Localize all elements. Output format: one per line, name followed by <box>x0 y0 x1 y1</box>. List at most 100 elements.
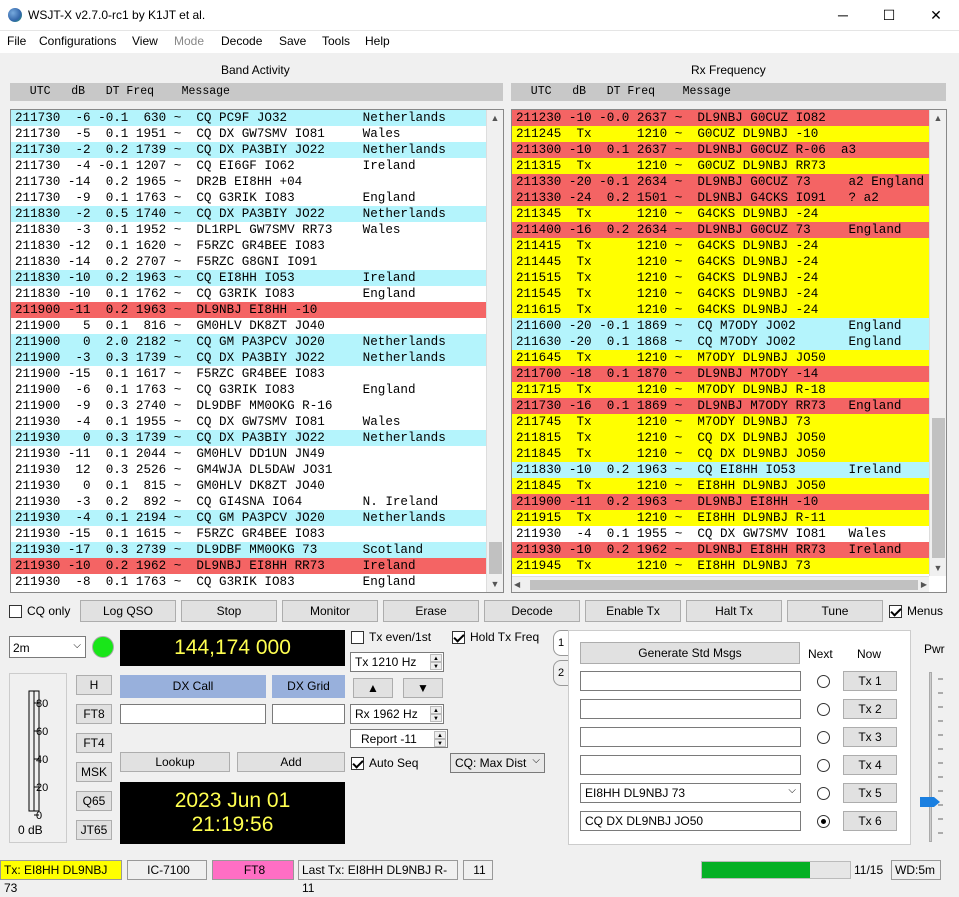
tx-freq-spinbox[interactable]: Tx 1210 Hz ▲ ▼ <box>350 652 444 672</box>
mode-ft4-button[interactable]: FT4 <box>76 733 112 753</box>
menu-tools[interactable]: Tools <box>322 34 350 48</box>
list-row[interactable]: 211600 -20 -0.1 1869 ~ CQ M7ODY JO02 Eng… <box>512 318 929 334</box>
menu-view[interactable]: View <box>132 34 158 48</box>
tx2-now-button[interactable]: Tx 2 <box>843 699 897 719</box>
decode-button[interactable]: Decode <box>484 600 580 622</box>
close-button[interactable]: ✕ <box>913 0 959 31</box>
spin-up-icon[interactable]: ▲ <box>430 706 442 714</box>
list-row[interactable]: 211730 -6 -0.1 630 ~ CQ PC9F JO32 Nether… <box>11 110 486 126</box>
list-row[interactable]: 211900 -11 0.2 1963 ~ DL9NBJ EI8HH -10 <box>512 494 929 510</box>
band-select[interactable]: 2m ⌵ <box>9 636 86 658</box>
mode-ft8-button[interactable]: FT8 <box>76 704 112 724</box>
maximize-button[interactable]: ☐ <box>866 0 912 31</box>
list-row[interactable]: 211445 Tx 1210 ~ G4CKS DL9NBJ -24 <box>512 254 929 270</box>
list-row[interactable]: 211900 -15 0.1 1617 ~ F5RZC GR4BEE IO83 <box>11 366 486 382</box>
tx6-message-field[interactable]: CQ DX DL9NBJ JO50 <box>580 811 801 831</box>
list-row[interactable]: 211415 Tx 1210 ~ G4CKS DL9NBJ -24 <box>512 238 929 254</box>
stop-button[interactable]: Stop <box>181 600 277 622</box>
list-row[interactable]: 211845 Tx 1210 ~ EI8HH DL9NBJ JO50 <box>512 478 929 494</box>
list-row[interactable]: 211230 -10 -0.0 2637 ~ DL9NBJ G0CUZ IO82 <box>512 110 929 126</box>
tx-even-check[interactable] <box>351 630 364 644</box>
tx1-message-field[interactable] <box>580 671 801 691</box>
scroll-right-icon[interactable]: ▶ <box>921 580 927 589</box>
list-row[interactable]: 211330 -20 -0.1 2634 ~ DL9NBJ G0CUZ 73 a… <box>512 174 929 190</box>
list-row[interactable]: 211515 Tx 1210 ~ G4CKS DL9NBJ -24 <box>512 270 929 286</box>
list-row[interactable]: 211730 -9 0.1 1763 ~ CQ G3RIK IO83 Engla… <box>11 190 486 206</box>
band-activity-scrollbar[interactable]: ▲ ▼ <box>486 110 503 592</box>
list-row[interactable]: 211915 Tx 1210 ~ EI8HH DL9NBJ R-11 <box>512 510 929 526</box>
list-row[interactable]: 211930 -10 0.2 1962 ~ DL9NBJ EI8HH RR73 … <box>512 542 929 558</box>
freq-down-button[interactable]: ▼ <box>403 678 443 698</box>
list-row[interactable]: 211730 -2 0.2 1739 ~ CQ DX PA3BIY JO22 N… <box>11 142 486 158</box>
tx3-now-button[interactable]: Tx 3 <box>843 727 897 747</box>
tx1-next-radio[interactable] <box>817 675 830 688</box>
list-row[interactable]: 211815 Tx 1210 ~ CQ DX DL9NBJ JO50 <box>512 430 929 446</box>
list-row[interactable]: 211900 -3 0.3 1739 ~ CQ DX PA3BIY JO22 N… <box>11 350 486 366</box>
list-row[interactable]: 211930 12 0.3 2526 ~ GM4WJA DL5DAW JO31 <box>11 462 486 478</box>
spin-down-icon[interactable]: ▼ <box>430 714 442 722</box>
menus-check[interactable] <box>889 604 902 618</box>
list-row[interactable]: 211700 -18 0.1 1870 ~ DL9NBJ M7ODY -14 <box>512 366 929 382</box>
tx3-message-field[interactable] <box>580 727 801 747</box>
list-row[interactable]: 211900 0 2.0 2182 ~ CQ GM PA3PCV JO20 Ne… <box>11 334 486 350</box>
list-row[interactable]: 211830 -10 0.2 1963 ~ CQ EI8HH IO53 Irel… <box>512 462 929 478</box>
scroll-down-icon[interactable]: ▼ <box>930 560 946 576</box>
list-row[interactable]: 211930 -15 0.1 1615 ~ F5RZC GR4BEE IO83 <box>11 526 486 542</box>
pwr-slider-handle[interactable] <box>920 797 940 807</box>
list-row[interactable]: 211930 -4 0.1 1955 ~ CQ DX GW7SMV IO81 W… <box>11 414 486 430</box>
list-row[interactable]: 211930 -4 0.1 2194 ~ CQ GM PA3PCV JO20 N… <box>11 510 486 526</box>
list-row[interactable]: 211730 -5 0.1 1951 ~ CQ DX GW7SMV IO81 W… <box>11 126 486 142</box>
list-row[interactable]: 211930 0 0.3 1739 ~ CQ DX PA3BIY JO22 Ne… <box>11 430 486 446</box>
band-activity-list[interactable]: 211730 -6 -0.1 630 ~ CQ PC9F JO32 Nether… <box>10 109 504 593</box>
tx6-now-button[interactable]: Tx 6 <box>843 811 897 831</box>
list-row[interactable]: 211830 -2 0.5 1740 ~ CQ DX PA3BIY JO22 N… <box>11 206 486 222</box>
list-row[interactable]: 211630 -20 0.1 1868 ~ CQ M7ODY JO02 Engl… <box>512 334 929 350</box>
list-row[interactable]: 211830 -3 0.1 1952 ~ DL1RPL GW7SMV RR73 … <box>11 222 486 238</box>
mode-q65-button[interactable]: Q65 <box>76 791 112 811</box>
list-row[interactable]: 211930 -11 0.1 2044 ~ GM0HLV DD1UN JN49 <box>11 446 486 462</box>
list-row[interactable]: 211315 Tx 1210 ~ G0CUZ DL9NBJ RR73 <box>512 158 929 174</box>
hscroll-thumb[interactable] <box>530 580 918 590</box>
list-row[interactable]: 211900 -11 0.2 1963 ~ DL9NBJ EI8HH -10 <box>11 302 486 318</box>
log-qso-button[interactable]: Log QSO <box>80 600 176 622</box>
tx1-now-button[interactable]: Tx 1 <box>843 671 897 691</box>
auto-seq-check[interactable] <box>351 756 364 770</box>
add-button[interactable]: Add <box>237 752 345 772</box>
scroll-thumb[interactable] <box>489 542 502 574</box>
list-row[interactable]: 211730 -16 0.1 1869 ~ DL9NBJ M7ODY RR73 … <box>512 398 929 414</box>
tx4-message-field[interactable] <box>580 755 801 775</box>
rx-hscrollbar[interactable]: ◀ ▶ <box>512 576 929 592</box>
list-row[interactable]: 211930 -3 0.2 892 ~ CQ GI4SNA IO64 N. Ir… <box>11 494 486 510</box>
rx-frequency-scrollbar[interactable]: ▲ ▼ <box>929 110 946 576</box>
list-row[interactable]: 211745 Tx 1210 ~ M7ODY DL9NBJ 73 <box>512 414 929 430</box>
scroll-down-icon[interactable]: ▼ <box>487 576 503 592</box>
scroll-up-icon[interactable]: ▲ <box>930 110 946 126</box>
tx-even-checkbox[interactable]: Tx even/1st <box>351 630 431 644</box>
lookup-button[interactable]: Lookup <box>120 752 230 772</box>
spin-down-icon[interactable]: ▼ <box>434 739 446 747</box>
list-row[interactable]: 211845 Tx 1210 ~ CQ DX DL9NBJ JO50 <box>512 446 929 462</box>
tab-2[interactable]: 2 <box>553 660 569 686</box>
tx3-next-radio[interactable] <box>817 731 830 744</box>
list-row[interactable]: 211615 Tx 1210 ~ G4CKS DL9NBJ -24 <box>512 302 929 318</box>
list-row[interactable]: 211645 Tx 1210 ~ M7ODY DL9NBJ JO50 <box>512 350 929 366</box>
spin-up-icon[interactable]: ▲ <box>430 654 442 662</box>
tab-1[interactable]: 1 <box>553 630 569 656</box>
cq-mode-select[interactable]: CQ: Max Dist ⌵ <box>450 753 545 773</box>
tx5-message-field[interactable]: EI8HH DL9NBJ 73 ⌵ <box>580 783 801 803</box>
menu-help[interactable]: Help <box>365 34 390 48</box>
list-row[interactable]: 211930 -17 0.3 2739 ~ DL9DBF MM0OKG 73 S… <box>11 542 486 558</box>
pwr-slider-track[interactable] <box>929 672 932 842</box>
tx5-next-radio[interactable] <box>817 787 830 800</box>
menus-checkbox[interactable]: Menus <box>889 604 943 618</box>
enable-tx-button[interactable]: Enable Tx <box>585 600 681 622</box>
report-spinbox[interactable]: Report -11 ▲ ▼ <box>350 729 448 748</box>
tx6-next-radio[interactable] <box>817 815 830 828</box>
scroll-up-icon[interactable]: ▲ <box>487 110 503 126</box>
spin-up-icon[interactable]: ▲ <box>434 731 446 739</box>
tx5-now-button[interactable]: Tx 5 <box>843 783 897 803</box>
list-row[interactable]: 211730 -14 0.2 1965 ~ DR2B EI8HH +04 <box>11 174 486 190</box>
spin-down-icon[interactable]: ▼ <box>430 662 442 670</box>
generate-std-msgs-button[interactable]: Generate Std Msgs <box>580 642 800 664</box>
tx2-message-field[interactable] <box>580 699 801 719</box>
